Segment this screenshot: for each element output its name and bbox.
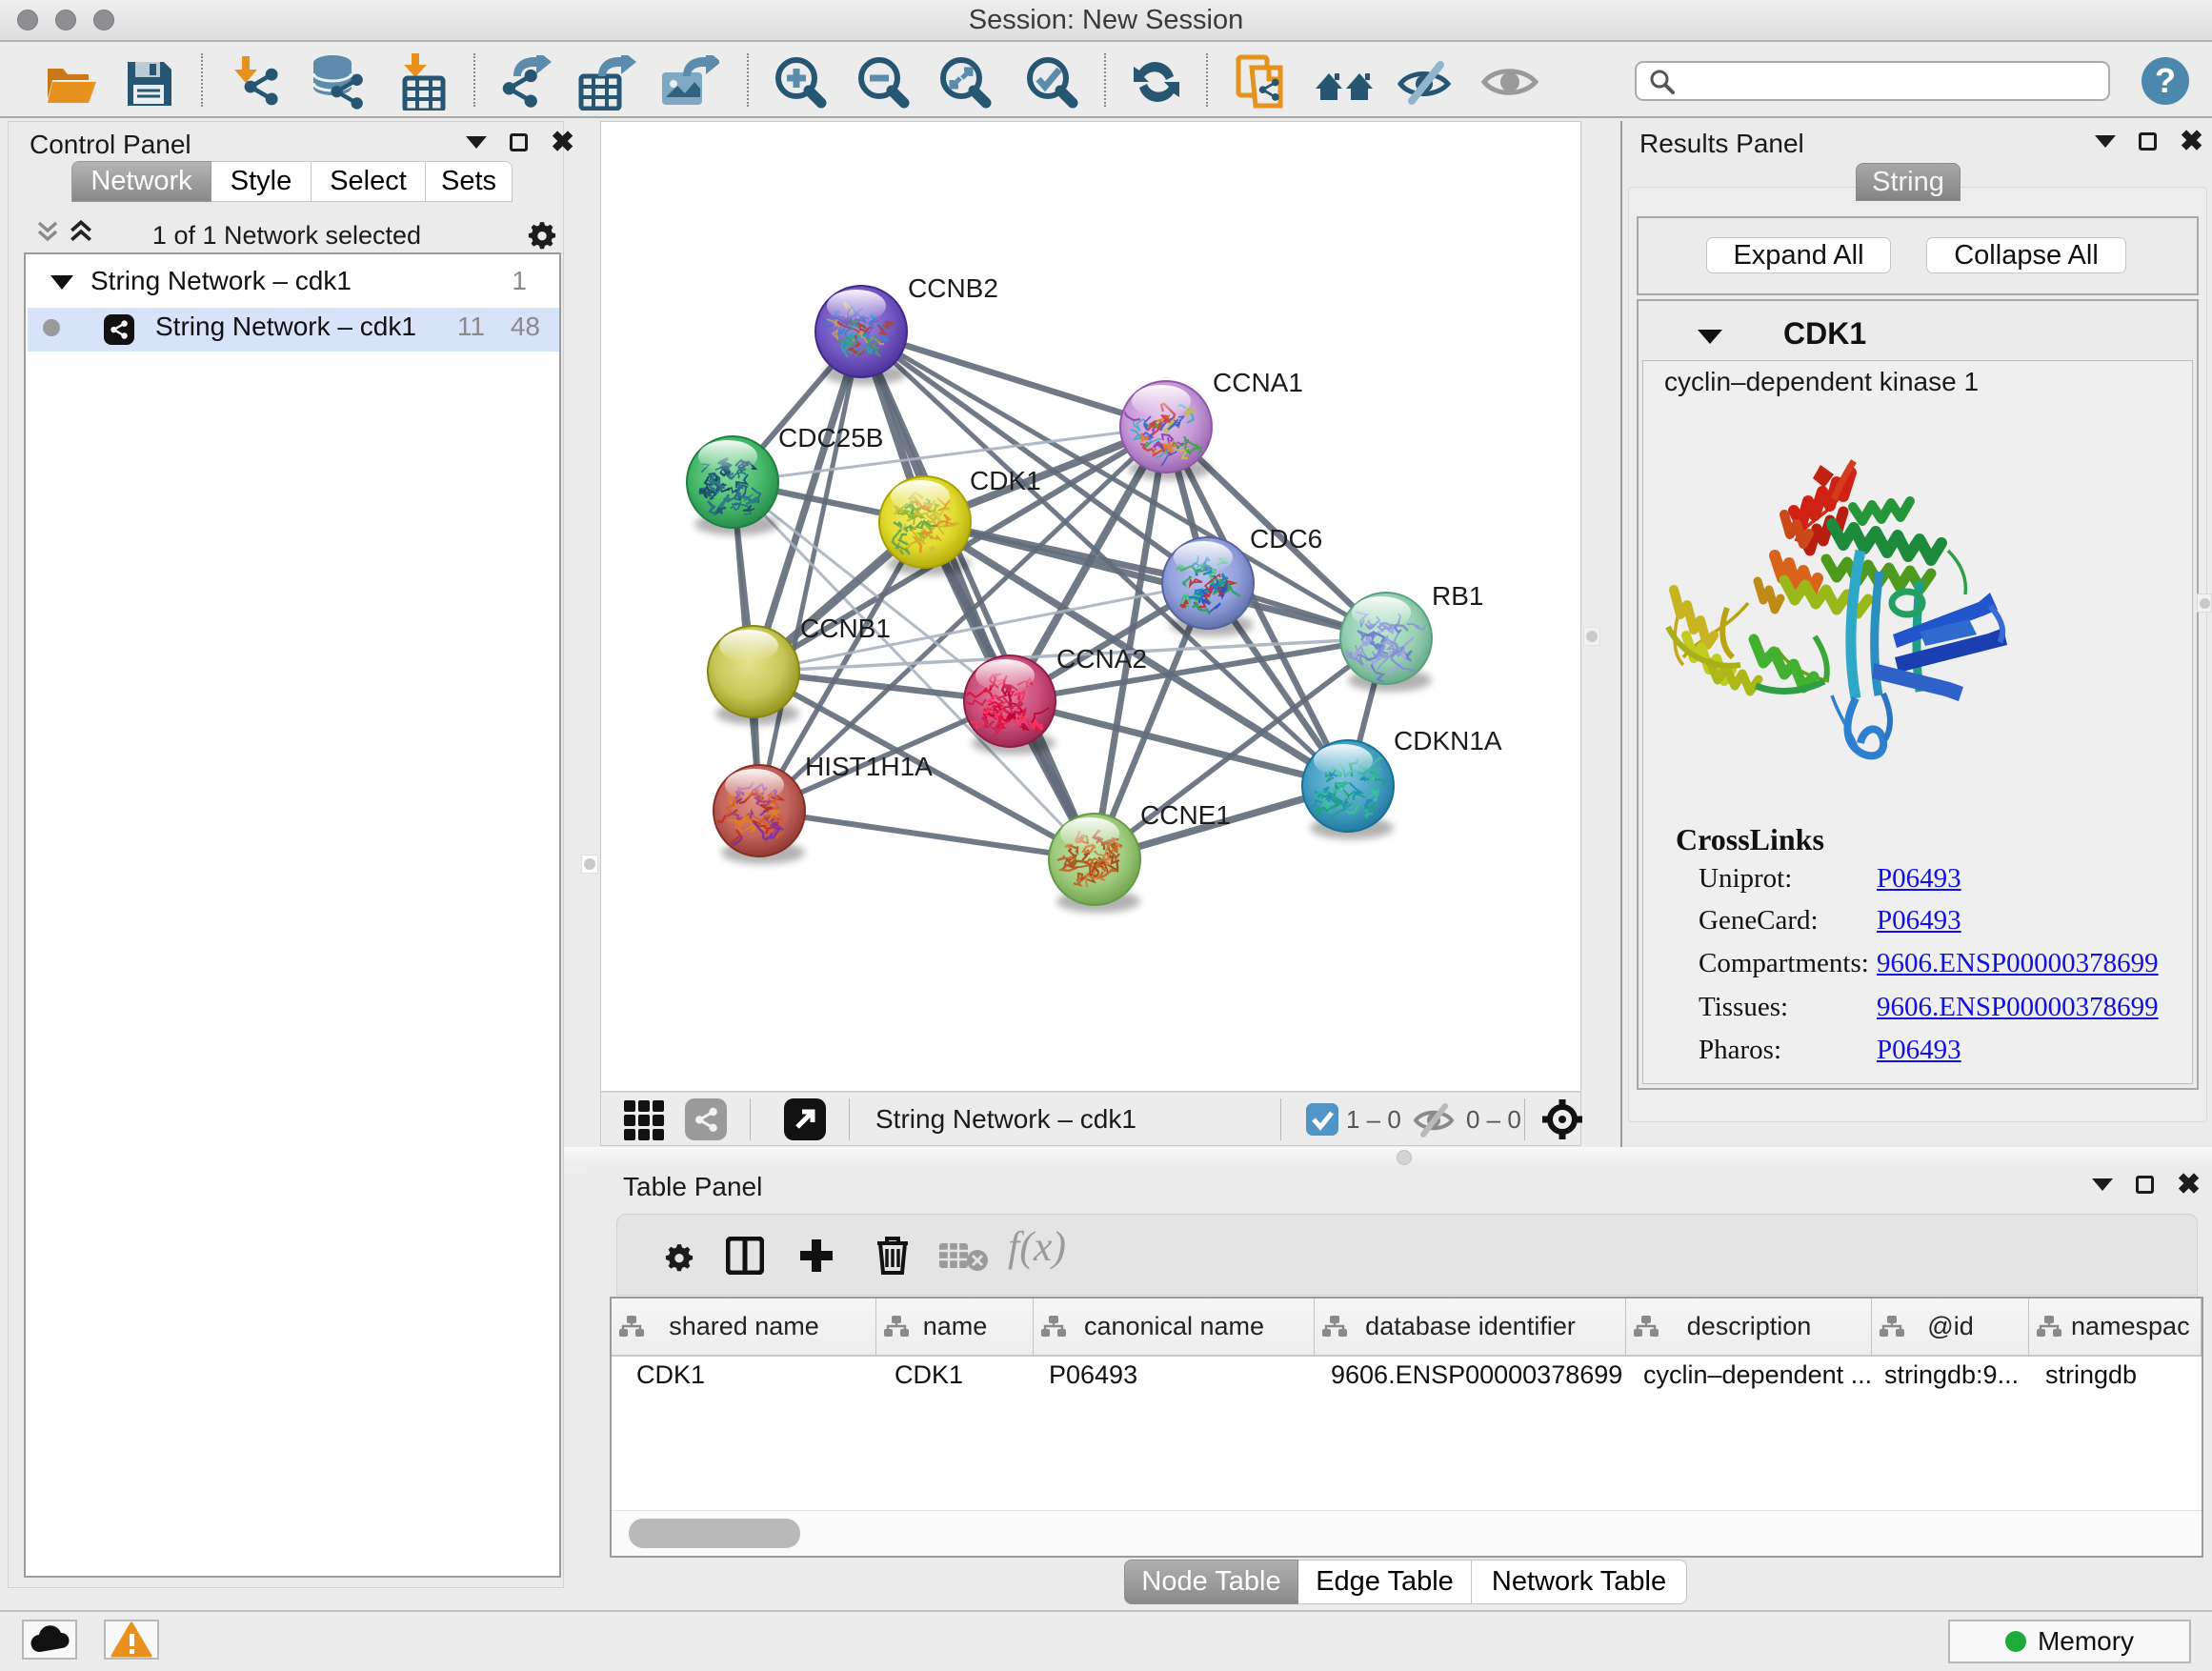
svg-text:CDC25B: CDC25B: [778, 423, 883, 453]
svg-text:CCNA1: CCNA1: [1213, 368, 1303, 397]
svg-text:CDK1: CDK1: [970, 466, 1041, 495]
svg-text:CDKN1A: CDKN1A: [1394, 726, 1502, 755]
svg-text:CCNB2: CCNB2: [908, 273, 998, 303]
svg-text:CCNB1: CCNB1: [800, 614, 891, 643]
svg-text:HIST1H1A: HIST1H1A: [805, 752, 933, 781]
svg-text:RB1: RB1: [1432, 581, 1483, 611]
svg-text:CCNE1: CCNE1: [1140, 800, 1231, 830]
svg-text:CCNA2: CCNA2: [1056, 644, 1147, 674]
svg-text:CDC6: CDC6: [1250, 524, 1322, 554]
